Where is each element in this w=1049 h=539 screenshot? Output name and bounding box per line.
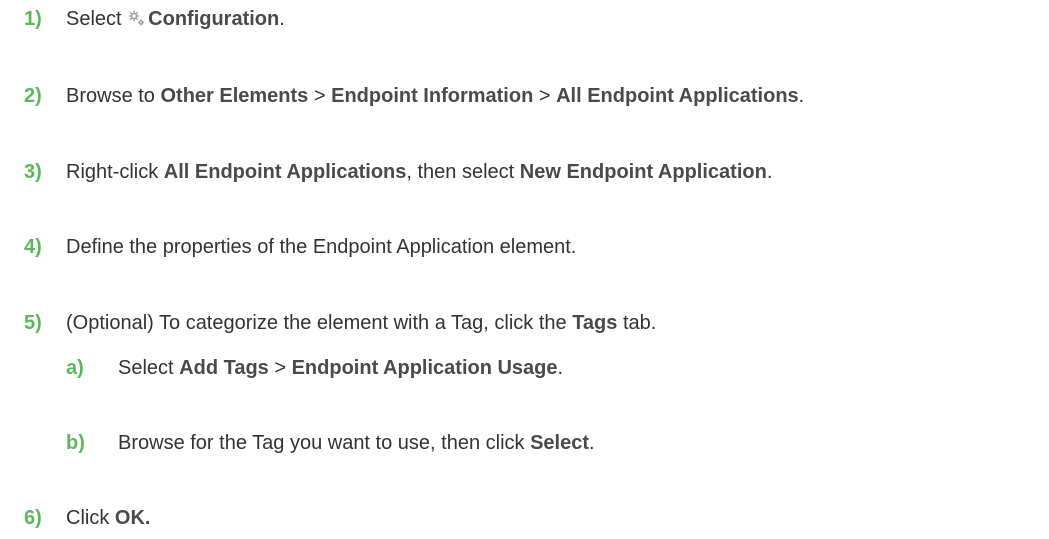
new-endpoint-application-label: New Endpoint Application [519, 161, 767, 183]
add-tags-label: Add Tags [179, 357, 269, 379]
configuration-label: Configuration [148, 8, 280, 30]
step-6: 6) Click OK. [24, 506, 150, 530]
step-number: 6) [24, 507, 42, 529]
tags-tab-label: Tags [572, 312, 618, 334]
substep-number: a) [66, 357, 84, 379]
step-number: 1) [24, 8, 42, 30]
step-text: . [766, 161, 773, 183]
step-number: 5) [24, 312, 42, 334]
all-endpoint-applications-label: All Endpoint Applications [556, 85, 799, 107]
all-endpoint-applications-label: All Endpoint Applications [163, 161, 407, 183]
ok-label: OK. [114, 507, 151, 529]
step-text: Browse to [66, 85, 161, 107]
step-number: 2) [24, 85, 42, 107]
step-text: , then select [406, 161, 520, 183]
step-2: 2) Browse to Other Elements > Endpoint In… [24, 84, 804, 108]
step-1: 1) Select Configuration. [24, 7, 285, 31]
step-number: 4) [24, 236, 42, 258]
step-text: . [557, 357, 564, 379]
step-text: Define the properties of the Endpoint Ap… [66, 236, 577, 258]
endpoint-information-label: Endpoint Information [331, 85, 534, 107]
procedure-steps: 1) Select Configuration. 2) Browse to Ot… [0, 0, 1049, 539]
select-label: Select [530, 432, 590, 454]
step-text: (Optional) To categorize the element wit… [66, 312, 573, 334]
step-text: . [279, 8, 285, 30]
other-elements-label: Other Elements [160, 85, 309, 107]
step-text: Select [66, 8, 128, 30]
step-text: . [589, 432, 595, 454]
step-text: . [798, 85, 805, 107]
step-5: 5) (Optional) To categorize the element w… [24, 311, 656, 335]
step-number: 3) [24, 161, 42, 183]
gear-icon [128, 8, 145, 26]
separator: > [533, 85, 557, 107]
step-text: Right-click [66, 161, 164, 183]
step-text: Click [66, 507, 115, 529]
step-text: Select [118, 357, 180, 379]
step-3: 3) Right-click All Endpoint Applications,… [24, 160, 772, 184]
separator: > [268, 357, 292, 379]
step-4: 4) Define the properties of the Endpoint … [24, 235, 576, 259]
substep-b: b) Browse for the Tag you want to use, th… [66, 431, 595, 455]
substep-number: b) [66, 432, 85, 454]
step-text: tab. [617, 312, 657, 334]
endpoint-application-usage-label: Endpoint Application Usage [291, 357, 558, 379]
separator: > [308, 85, 332, 107]
substep-a: a) Select Add Tags > Endpoint Application… [66, 356, 563, 380]
step-text: Browse for the Tag you want to use, then… [118, 432, 531, 454]
